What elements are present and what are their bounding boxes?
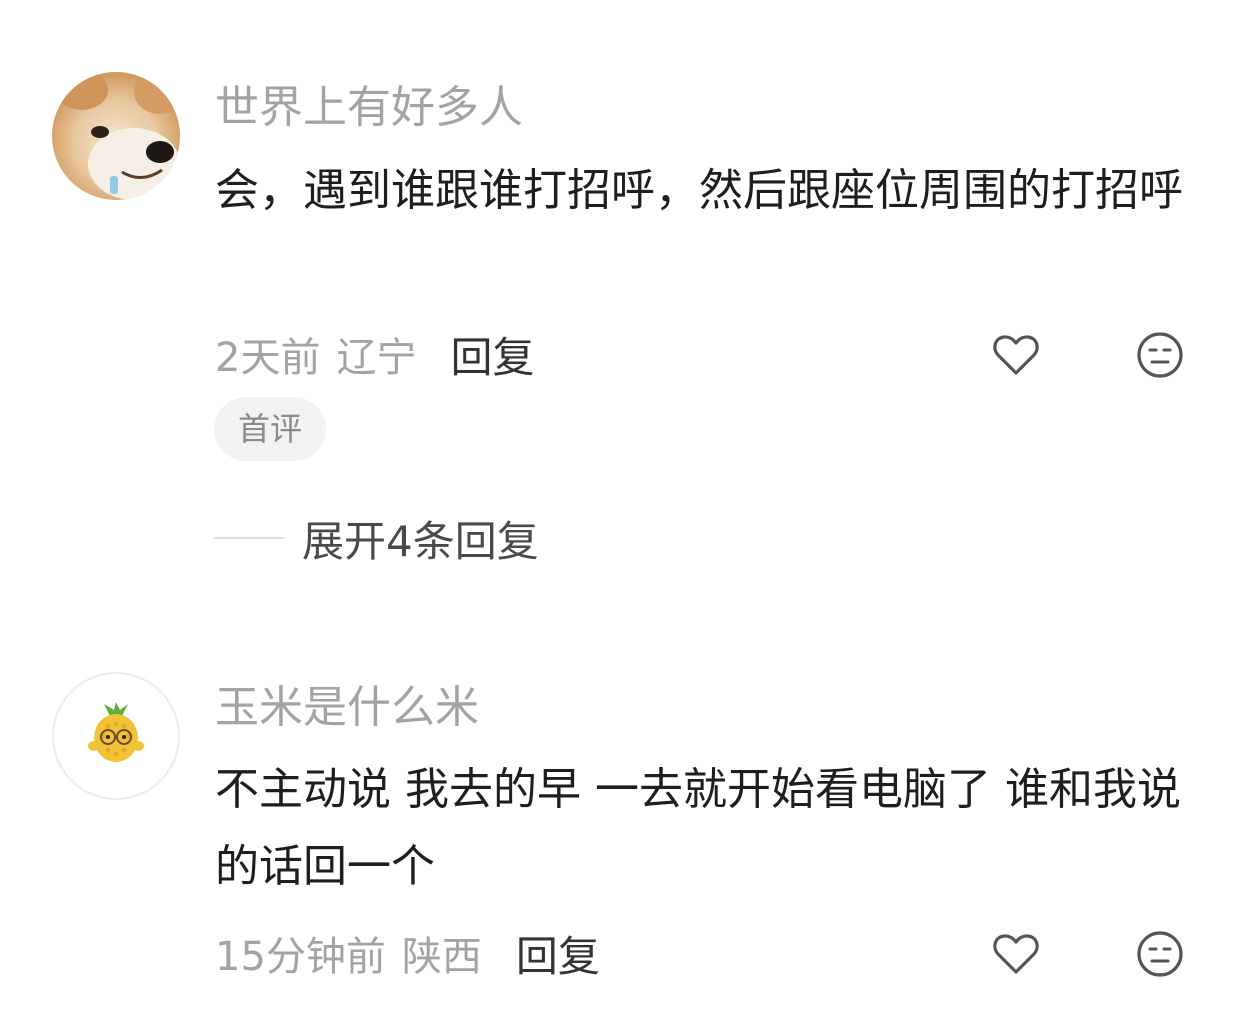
expand-replies-button[interactable]: 展开4条回复 — [214, 510, 539, 566]
user-avatar[interactable] — [52, 72, 180, 200]
neutral-face-icon[interactable] — [1134, 928, 1186, 980]
comment-time: 2天前 — [215, 335, 321, 381]
reply-button[interactable]: 回复 — [516, 923, 600, 984]
comment-region: 陕西 — [401, 934, 482, 980]
divider-line — [214, 537, 284, 539]
user-avatar[interactable] — [52, 672, 180, 800]
comment-meta: 15分钟前 陕西 回复 — [215, 925, 600, 981]
comment-time: 15分钟前 — [215, 934, 386, 980]
shiba-dog-avatar — [52, 72, 180, 200]
comment-meta: 2天前 辽宁 回复 — [215, 326, 534, 382]
reply-button[interactable]: 回复 — [450, 324, 534, 385]
comment-username[interactable]: 世界上有好多人 — [215, 80, 523, 136]
heart-outline-icon[interactable] — [990, 928, 1042, 980]
comment-region: 辽宁 — [336, 335, 417, 381]
expand-replies-label: 展开4条回复 — [302, 516, 539, 566]
comment-text: 不主动说 我去的早 一去就开始看电脑了 谁和我说的话回一个 — [215, 764, 1181, 892]
comment-text: 会，遇到谁跟谁打招呼，然后跟座位周围的打招呼 — [215, 165, 1183, 216]
first-comment-badge: 首评 — [214, 397, 326, 461]
heart-outline-icon[interactable] — [990, 329, 1042, 381]
corn-character-avatar — [88, 702, 144, 762]
neutral-face-icon[interactable] — [1134, 329, 1186, 381]
comment-username[interactable]: 玉米是什么米 — [215, 680, 479, 736]
